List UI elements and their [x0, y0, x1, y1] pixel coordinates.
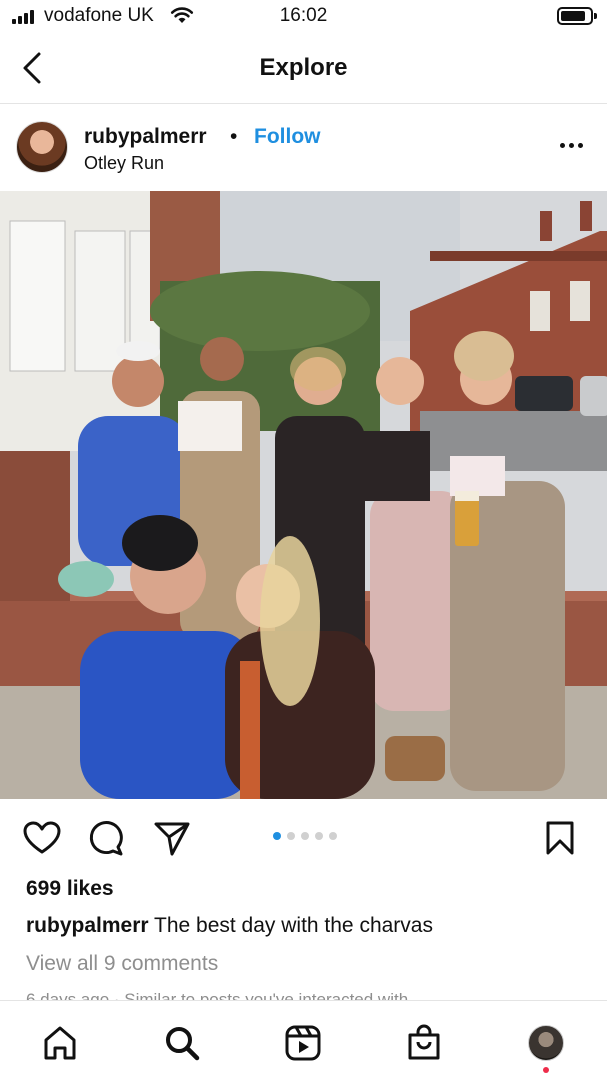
notification-dot — [543, 1067, 549, 1073]
more-horizontal-icon — [559, 142, 565, 148]
separator-dot: • — [230, 125, 238, 148]
bottom-tab-bar — [0, 1000, 607, 1080]
carousel-dot — [286, 832, 295, 840]
profile-avatar — [528, 1025, 564, 1061]
tab-profile[interactable] — [524, 1021, 568, 1065]
page-title: Explore — [259, 54, 348, 81]
nav-header: Explore — [0, 34, 607, 104]
like-count[interactable]: 699 likes — [26, 877, 114, 901]
carousel-dot — [300, 832, 309, 840]
tab-shop[interactable] — [402, 1021, 446, 1065]
home-icon — [44, 1026, 76, 1060]
post-timestamp: 6 days ago · Similar to posts you've int… — [26, 990, 409, 1000]
carousel-indicator — [0, 832, 607, 840]
battery-icon — [557, 7, 597, 25]
status-bar: vodafone UK 16:02 — [0, 0, 607, 34]
post-caption: rubypalmerr The best day with the charva… — [26, 914, 586, 938]
carousel-dot — [272, 832, 281, 840]
bookmark-icon — [546, 821, 574, 855]
tab-search[interactable] — [160, 1021, 204, 1065]
carousel-dot — [314, 832, 323, 840]
caption-text: The best day with the charvas — [148, 914, 433, 937]
save-button[interactable] — [540, 818, 580, 858]
avatar[interactable] — [16, 121, 68, 173]
tab-reels[interactable] — [281, 1021, 325, 1065]
search-icon — [166, 1027, 200, 1061]
view-comments-link[interactable]: View all 9 comments — [26, 952, 218, 976]
follow-button[interactable]: Follow — [254, 125, 321, 149]
more-options-button[interactable] — [553, 131, 589, 159]
shop-icon — [408, 1024, 440, 1060]
post-photo[interactable] — [0, 191, 607, 799]
caption-username[interactable]: rubypalmerr — [26, 914, 149, 937]
post-location[interactable]: Otley Run — [84, 153, 164, 174]
reels-icon — [285, 1025, 321, 1061]
carousel-dot — [328, 832, 337, 840]
post-header: rubypalmerr • Follow Otley Run — [0, 105, 607, 191]
post-actions — [0, 800, 607, 872]
tab-home[interactable] — [38, 1021, 82, 1065]
clock: 16:02 — [279, 5, 328, 26]
post-username[interactable]: rubypalmerr — [84, 125, 207, 149]
